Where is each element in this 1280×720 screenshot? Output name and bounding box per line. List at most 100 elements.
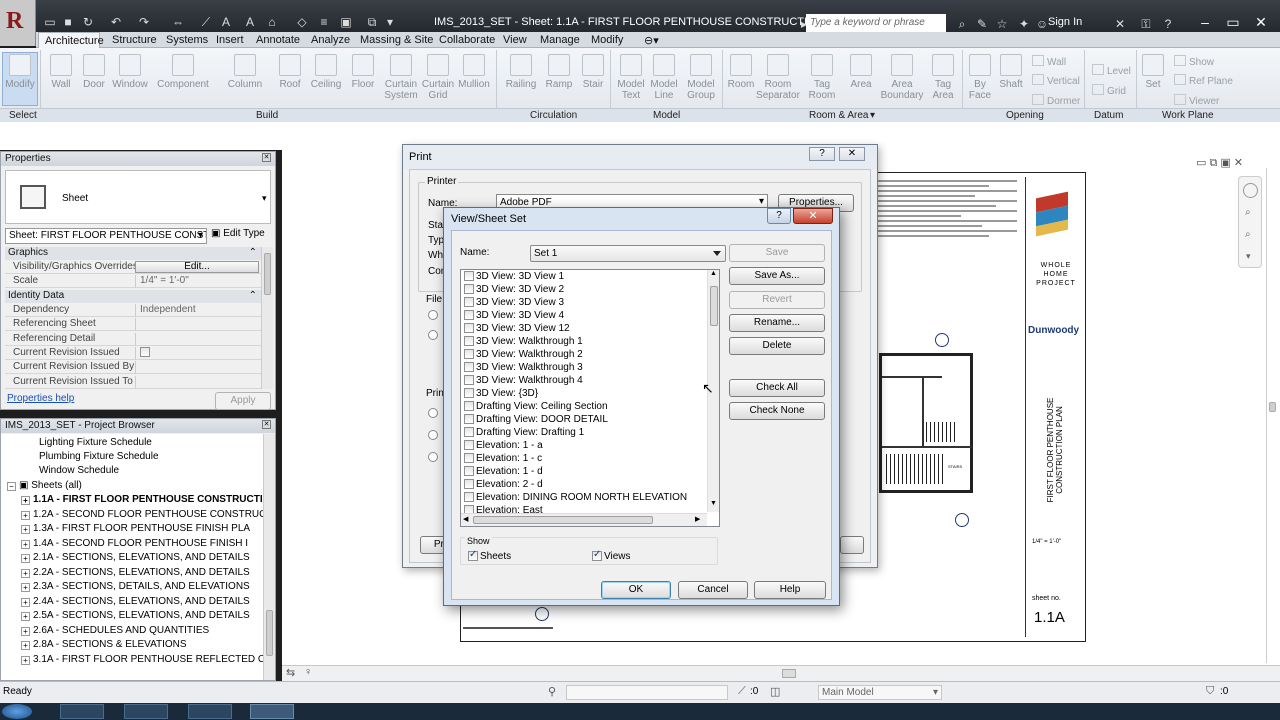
tree-item-sheets[interactable]: − ▣ Sheets (all) <box>7 480 263 494</box>
view-checkbox[interactable] <box>464 271 474 281</box>
switch-windows-icon[interactable]: ⧉ <box>364 14 380 30</box>
communication-icon[interactable]: ☆ <box>994 16 1010 32</box>
taskbar-app[interactable] <box>188 704 232 719</box>
ribbon-minimize-icon[interactable]: ⊖▾ <box>644 34 659 47</box>
measure-icon[interactable]: ⇔ <box>170 14 186 30</box>
close-icon[interactable]: ✕ <box>793 208 833 224</box>
sign-in-button[interactable]: Sign In <box>1048 16 1082 28</box>
scroll-thumb[interactable] <box>266 610 273 656</box>
type-selector[interactable]: Sheet ▾ <box>5 170 271 224</box>
taskbar-app[interactable] <box>250 704 294 719</box>
view-checkbox[interactable] <box>464 466 474 476</box>
view-checkbox[interactable] <box>464 440 474 450</box>
scroll-thumb[interactable] <box>473 516 653 524</box>
start-button[interactable] <box>2 704 32 719</box>
grid-button[interactable]: Grid <box>1092 84 1126 97</box>
revision-issued-checkbox[interactable] <box>140 347 150 357</box>
apply-button[interactable]: Apply <box>215 392 271 410</box>
edit-type-button[interactable]: ▣ Edit Type <box>211 228 265 239</box>
view-checkbox[interactable] <box>464 336 474 346</box>
expand-icon[interactable]: + <box>21 583 30 592</box>
scroll-thumb[interactable] <box>1269 402 1276 412</box>
tag-icon[interactable]: A <box>218 14 234 30</box>
tab-architecture[interactable]: Architecture <box>38 32 104 48</box>
view-checkbox[interactable] <box>464 427 474 437</box>
design-options-icon[interactable]: ◫ <box>770 685 780 698</box>
mullion-button[interactable]: Mullion <box>456 54 492 110</box>
revert-button[interactable]: Revert <box>729 291 825 309</box>
filter-icon[interactable]: ⛉ <box>1206 685 1214 698</box>
floor-button[interactable]: Floor <box>346 54 380 110</box>
tag-room-button[interactable]: Tag Room <box>804 54 840 110</box>
tree-item[interactable]: Plumbing Fixture Schedule <box>39 451 263 465</box>
tree-item[interactable]: +2.2A - SECTIONS, ELEVATIONS, AND DETAIL… <box>21 567 263 581</box>
tree-item[interactable]: +2.6A - SCHEDULES AND QUANTITIES <box>21 625 263 639</box>
scroll-up-icon[interactable]: ▲ <box>710 270 717 277</box>
list-item[interactable]: 3D View: Walkthrough 3 <box>464 362 583 375</box>
list-item[interactable]: 3D View: {3D} <box>464 388 538 401</box>
editable-only-icon[interactable]: ⟋ <box>738 685 746 698</box>
dormer-button[interactable]: Dormer <box>1032 94 1080 107</box>
range-radio-selected[interactable] <box>428 452 438 462</box>
list-item[interactable]: 3D View: Walkthrough 2 <box>464 349 583 362</box>
room-separator-button[interactable]: Room Separator <box>756 54 800 110</box>
subscription-icon[interactable]: ✎ <box>974 16 990 32</box>
check-all-button[interactable]: Check All <box>729 379 825 397</box>
list-item[interactable]: Elevation: 1 - a <box>464 440 543 453</box>
view-checkbox[interactable] <box>464 414 474 424</box>
expand-icon[interactable]: + <box>21 496 30 505</box>
tab-manage[interactable]: Manage <box>540 34 580 46</box>
view-window-controls[interactable]: ▭ ⧉ ▣ ✕ <box>1196 156 1243 170</box>
view-checkbox[interactable] <box>464 479 474 489</box>
show-views-checkbox[interactable] <box>592 549 602 561</box>
prop-value[interactable]: 1/4" = 1'-0" <box>135 275 261 288</box>
horizontal-scroll-thumb[interactable] <box>782 669 796 678</box>
tab-collaborate[interactable]: Collaborate <box>439 34 495 46</box>
list-item[interactable]: Elevation: 1 - d <box>464 466 543 479</box>
properties-scrollbar[interactable] <box>261 247 273 389</box>
list-item[interactable]: Drafting View: DOOR DETAIL <box>464 414 608 427</box>
view-checkbox[interactable] <box>464 310 474 320</box>
group-identity-data[interactable]: Identity Data ⌃ <box>5 290 261 303</box>
3d-view-icon[interactable]: ⌂ <box>264 14 280 30</box>
tree-item[interactable]: +1.4A - SECOND FLOOR PENTHOUSE FINISH I <box>21 538 263 552</box>
area-boundary-button[interactable]: Area Boundary <box>880 54 924 110</box>
expand-icon[interactable]: + <box>21 511 30 520</box>
list-item[interactable]: 3D View: 3D View 4 <box>464 310 564 323</box>
set-button[interactable]: Set <box>1140 54 1166 110</box>
close-icon[interactable]: ✕ <box>1246 12 1276 32</box>
modify-button[interactable]: Modify <box>2 54 38 110</box>
steering-wheel-icon[interactable] <box>1243 183 1258 198</box>
file-radio[interactable] <box>428 310 438 320</box>
expand-icon[interactable]: + <box>21 656 30 665</box>
tree-item[interactable]: +1.2A - SECOND FLOOR PENTHOUSE CONSTRUCT… <box>21 509 263 523</box>
view-checkbox[interactable] <box>464 375 474 385</box>
section-icon[interactable]: ◇ <box>294 14 310 30</box>
collapse-icon[interactable]: ⌃ <box>249 247 257 258</box>
workset-select[interactable] <box>566 685 728 700</box>
binoculars-icon[interactable]: ⌕ <box>954 16 970 32</box>
expand-icon[interactable]: + <box>21 554 30 563</box>
show-sheets-toggle[interactable]: Sheets <box>468 549 511 562</box>
properties-help-link[interactable]: Properties help <box>7 393 74 404</box>
tab-annotate[interactable]: Annotate <box>256 34 300 46</box>
qat-dropdown-icon[interactable]: ▾ <box>382 14 398 30</box>
delete-button[interactable]: Delete <box>729 337 825 355</box>
set-name-select[interactable]: Set 1 <box>530 245 726 262</box>
cancel-button[interactable]: Cancel <box>678 581 748 599</box>
prop-scale[interactable]: Scale 1/4" = 1'-0" <box>5 274 261 288</box>
list-item[interactable]: 3D View: 3D View 3 <box>464 297 564 310</box>
list-horizontal-scrollbar[interactable]: ◀ ▶ <box>461 513 707 526</box>
view-checkbox[interactable] <box>464 401 474 411</box>
tree-item-selected[interactable]: +1.1A - FIRST FLOOR PENTHOUSE CONSTRUCTI… <box>21 494 263 508</box>
show-sheets-checkbox[interactable] <box>468 549 478 561</box>
ok-button[interactable]: OK <box>601 581 671 599</box>
save-icon[interactable]: ■ <box>60 14 76 30</box>
list-item[interactable]: Elevation: 2 - d <box>464 479 543 492</box>
tree-item[interactable]: +2.8A - SECTIONS & ELEVATIONS <box>21 639 263 653</box>
redo-icon[interactable]: ↷ <box>136 14 152 30</box>
autodesk-icon[interactable]: ⚿ <box>1138 16 1154 32</box>
scroll-thumb[interactable] <box>710 286 718 326</box>
area-button[interactable]: Area <box>844 54 878 110</box>
railing-button[interactable]: Railing <box>502 54 540 110</box>
